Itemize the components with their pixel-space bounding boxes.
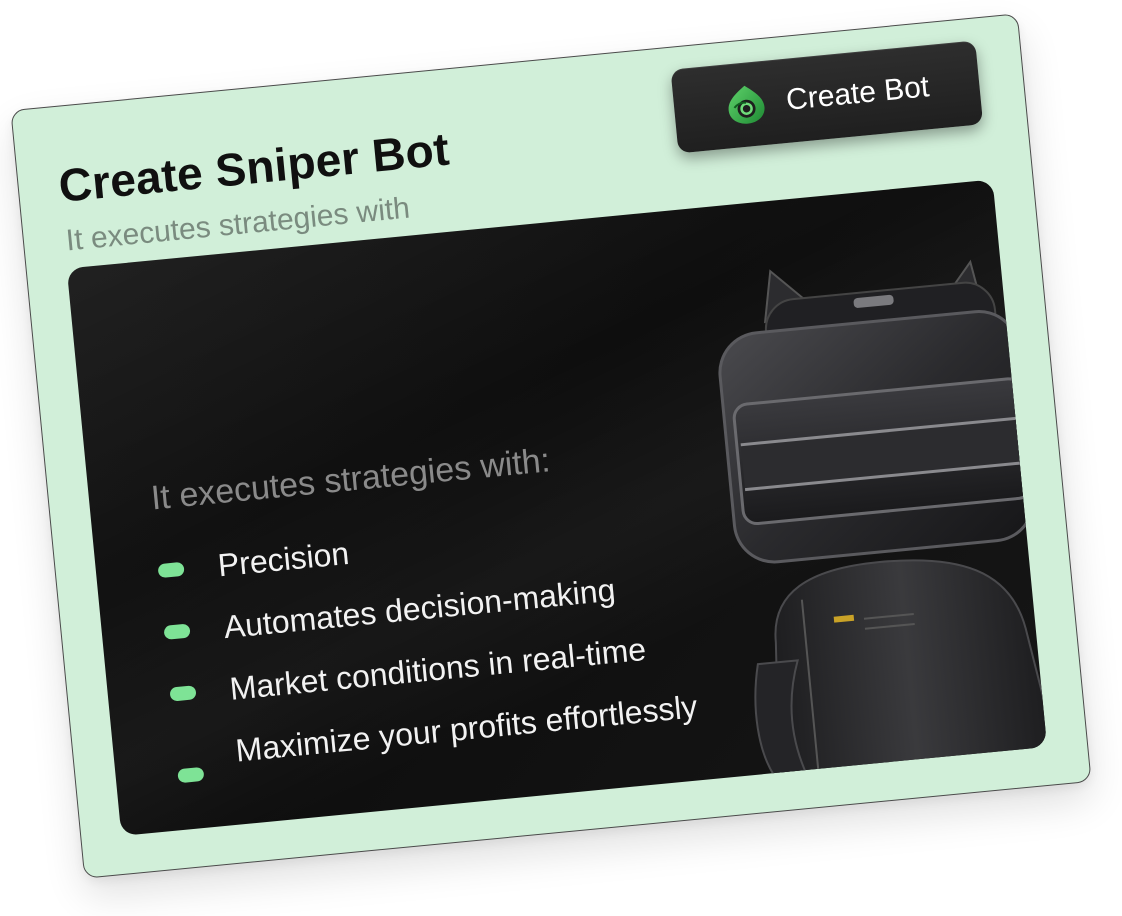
stage: Create Sniper Bot It executes strategies… [0, 0, 1122, 916]
bullet-icon [177, 766, 205, 784]
feature-panel: It executes strategies with: Precision A… [66, 179, 1048, 836]
sniper-logo-icon [728, 85, 765, 124]
bullet-icon [163, 623, 191, 640]
robot-illustration [718, 259, 1048, 784]
bullet-icon [157, 561, 185, 579]
create-bot-label: Create Bot [784, 70, 931, 117]
feature-label: Automates decision-making [222, 571, 617, 646]
create-bot-button[interactable]: Create Bot [670, 40, 984, 154]
bullet-icon [169, 685, 197, 702]
sniper-bot-card: Create Sniper Bot It executes strategies… [10, 13, 1092, 879]
feature-label: Market conditions in real-time [228, 630, 648, 707]
